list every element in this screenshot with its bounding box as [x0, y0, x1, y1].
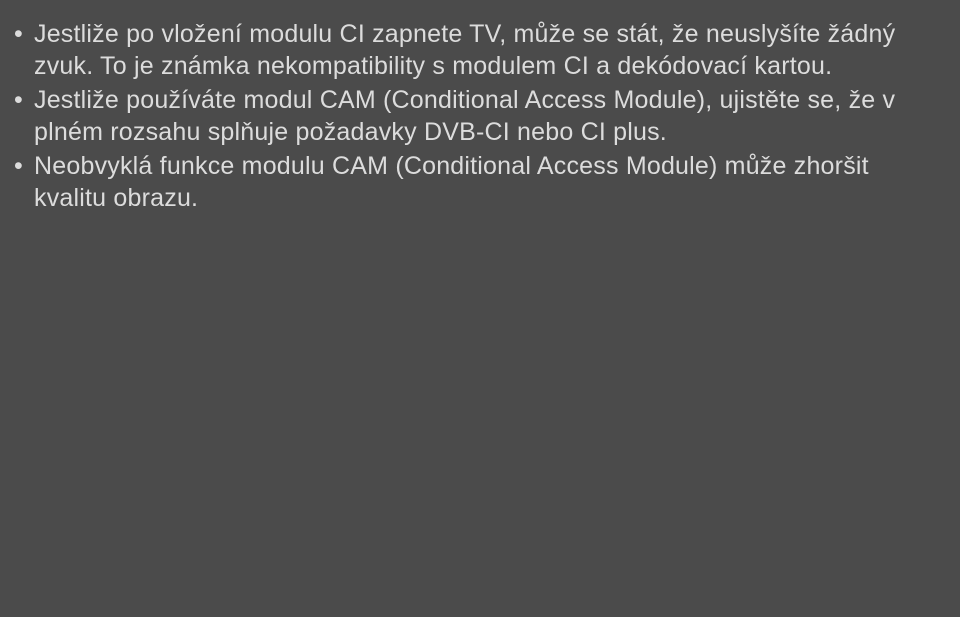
list-item: Jestliže po vložení modulu CI zapnete TV… — [34, 18, 938, 82]
list-item: Jestliže používáte modul CAM (Conditiona… — [34, 84, 938, 148]
bullet-list: Jestliže po vložení modulu CI zapnete TV… — [34, 18, 938, 214]
list-item: Neobvyklá funkce modulu CAM (Conditional… — [34, 150, 938, 214]
